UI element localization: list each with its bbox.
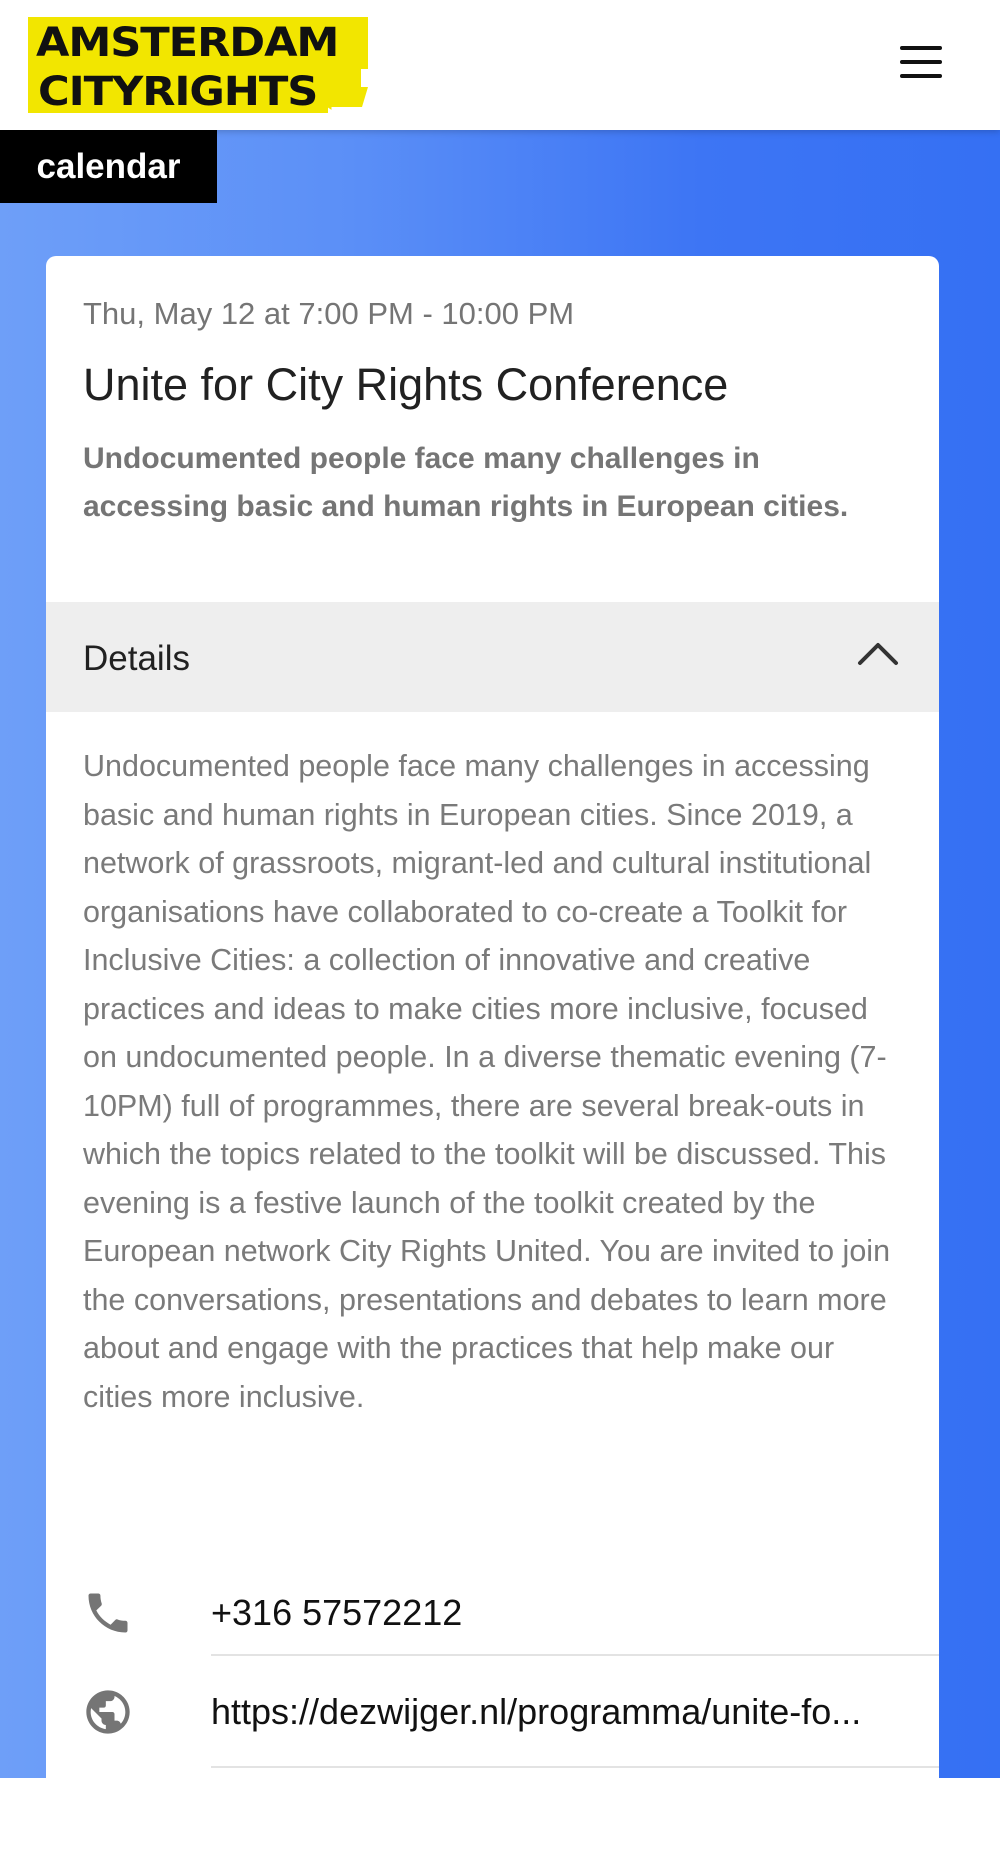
divider xyxy=(211,1766,939,1768)
event-description: Undocumented people face many challenges… xyxy=(83,749,891,1414)
chevron-up-icon xyxy=(858,643,898,665)
menu-bar xyxy=(900,46,942,50)
menu-bar xyxy=(900,60,942,64)
hamburger-menu-icon[interactable] xyxy=(900,46,944,80)
event-title: Unite for City Rights Conference xyxy=(83,359,729,410)
logo-line-1: AMSTERDAM xyxy=(36,20,339,66)
site-header: AMSTERDAM CITYRIGHTS xyxy=(0,0,1000,130)
logo-line-2: CITYRIGHTS xyxy=(38,69,318,115)
phone-icon xyxy=(88,1593,128,1633)
event-summary: Undocumented people face many challenges… xyxy=(83,442,849,523)
event-card: Thu, May 12 at 7:00 PM - 10:00 PM Unite … xyxy=(46,256,939,1856)
globe-icon xyxy=(86,1690,130,1734)
phone-row[interactable]: +316 57572212 xyxy=(46,1559,939,1669)
phone-number[interactable]: +316 57572212 xyxy=(211,1592,901,1634)
section-tag: calendar xyxy=(0,130,217,203)
amsterdam-cityrights-logo[interactable]: AMSTERDAM CITYRIGHTS xyxy=(28,17,373,113)
menu-bar xyxy=(900,74,942,78)
details-accordion-header[interactable]: Details xyxy=(46,602,939,712)
details-label: Details xyxy=(83,639,190,678)
website-link[interactable]: https://dezwijger.nl/programma/unite-fo.… xyxy=(211,1691,901,1733)
event-datetime: Thu, May 12 at 7:00 PM - 10:00 PM xyxy=(83,296,575,331)
website-row[interactable]: https://dezwijger.nl/programma/unite-fo.… xyxy=(46,1656,939,1766)
